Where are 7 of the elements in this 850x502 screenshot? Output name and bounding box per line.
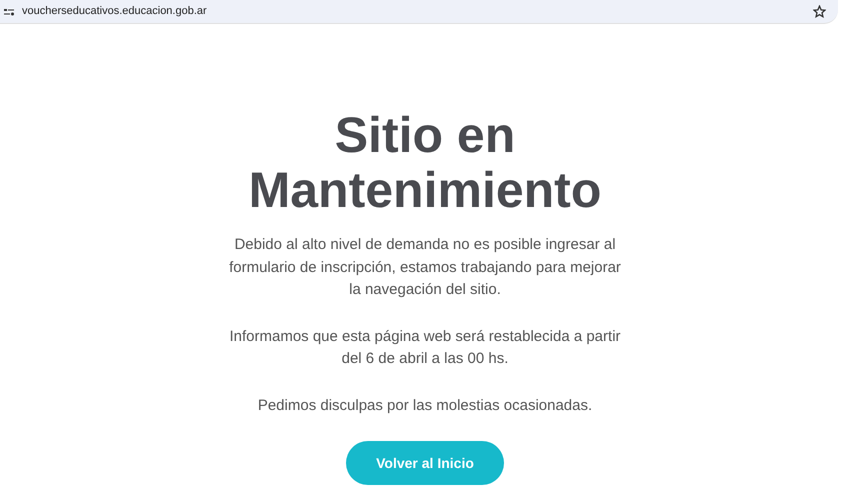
message-paragraph: Debido al alto nivel de demanda no es posible ingresar al formulario de inscripción, estamos trabajando para mejorar la navegación del sitio.: [228, 235, 622, 300]
url-text[interactable]: voucherseducativos.educacion.gob.ar: [22, 3, 207, 20]
page-title: Sitio en Mantenimiento: [248, 108, 602, 218]
site-settings-icon[interactable]: [4, 8, 14, 16]
message-paragraph: Pedimos disculpas por las molestias ocasionadas.: [256, 396, 594, 416]
bookmark-star-icon[interactable]: [813, 5, 826, 18]
message-paragraph: Informamos que esta página web será restablecida a partir del 6 de abril a las 00 hs.: [228, 326, 622, 369]
